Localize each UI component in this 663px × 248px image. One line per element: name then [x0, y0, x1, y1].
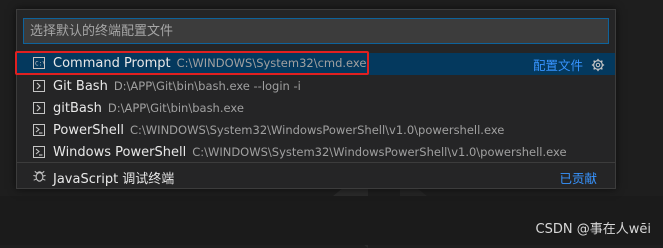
profile-path: C:\WINDOWS\System32\WindowsPowerShell\v1… [130, 123, 504, 137]
profile-item-powershell[interactable]: PowerShell C:\WINDOWS\System32\WindowsPow… [17, 120, 615, 142]
profile-label: gitBash [53, 101, 102, 116]
profile-label: PowerShell [53, 123, 124, 138]
contributed-label: JavaScript 调试终端 [53, 168, 174, 187]
profile-item-gitbash[interactable]: gitBash D:\APP\Git\bin\bash.exe [17, 98, 615, 120]
profile-path: D:\APP\Git\bin\bash.exe --login -i [114, 79, 301, 93]
terminal-icon [33, 102, 45, 114]
contributed-item-javascript-debug-terminal[interactable]: JavaScript 调试终端 已贡献 [17, 165, 615, 187]
profile-label: Windows PowerShell [53, 145, 186, 160]
gear-icon[interactable] [591, 58, 605, 72]
terminal-powershell-icon [33, 124, 45, 136]
annotation-highlight-box [15, 51, 369, 75]
watermark-text: CSDN @事在人wēi [536, 218, 651, 237]
profile-label: Git Bash [53, 79, 108, 94]
contributed-badge: 已贡献 [559, 168, 597, 187]
profile-item-windows-powershell[interactable]: Windows PowerShell C:\WINDOWS\System32\Wi… [17, 142, 615, 164]
row-actions: 配置文件 [533, 55, 605, 74]
profile-path: C:\WINDOWS\System32\WindowsPowerShell\v1… [192, 145, 566, 159]
separator [17, 162, 615, 163]
quick-pick-input[interactable] [23, 18, 609, 44]
terminal-profile-quick-pick: C:\ Command PromptC:\WINDOWS\System32\cm… [16, 9, 616, 189]
terminal-powershell-icon [33, 146, 45, 158]
profile-path: D:\APP\Git\bin\bash.exe [108, 101, 244, 115]
terminal-icon [33, 80, 45, 92]
configure-profile-link[interactable]: 配置文件 [533, 55, 583, 74]
profile-item-git-bash[interactable]: Git Bash D:\APP\Git\bin\bash.exe --login … [17, 76, 615, 98]
bug-icon [32, 168, 47, 183]
